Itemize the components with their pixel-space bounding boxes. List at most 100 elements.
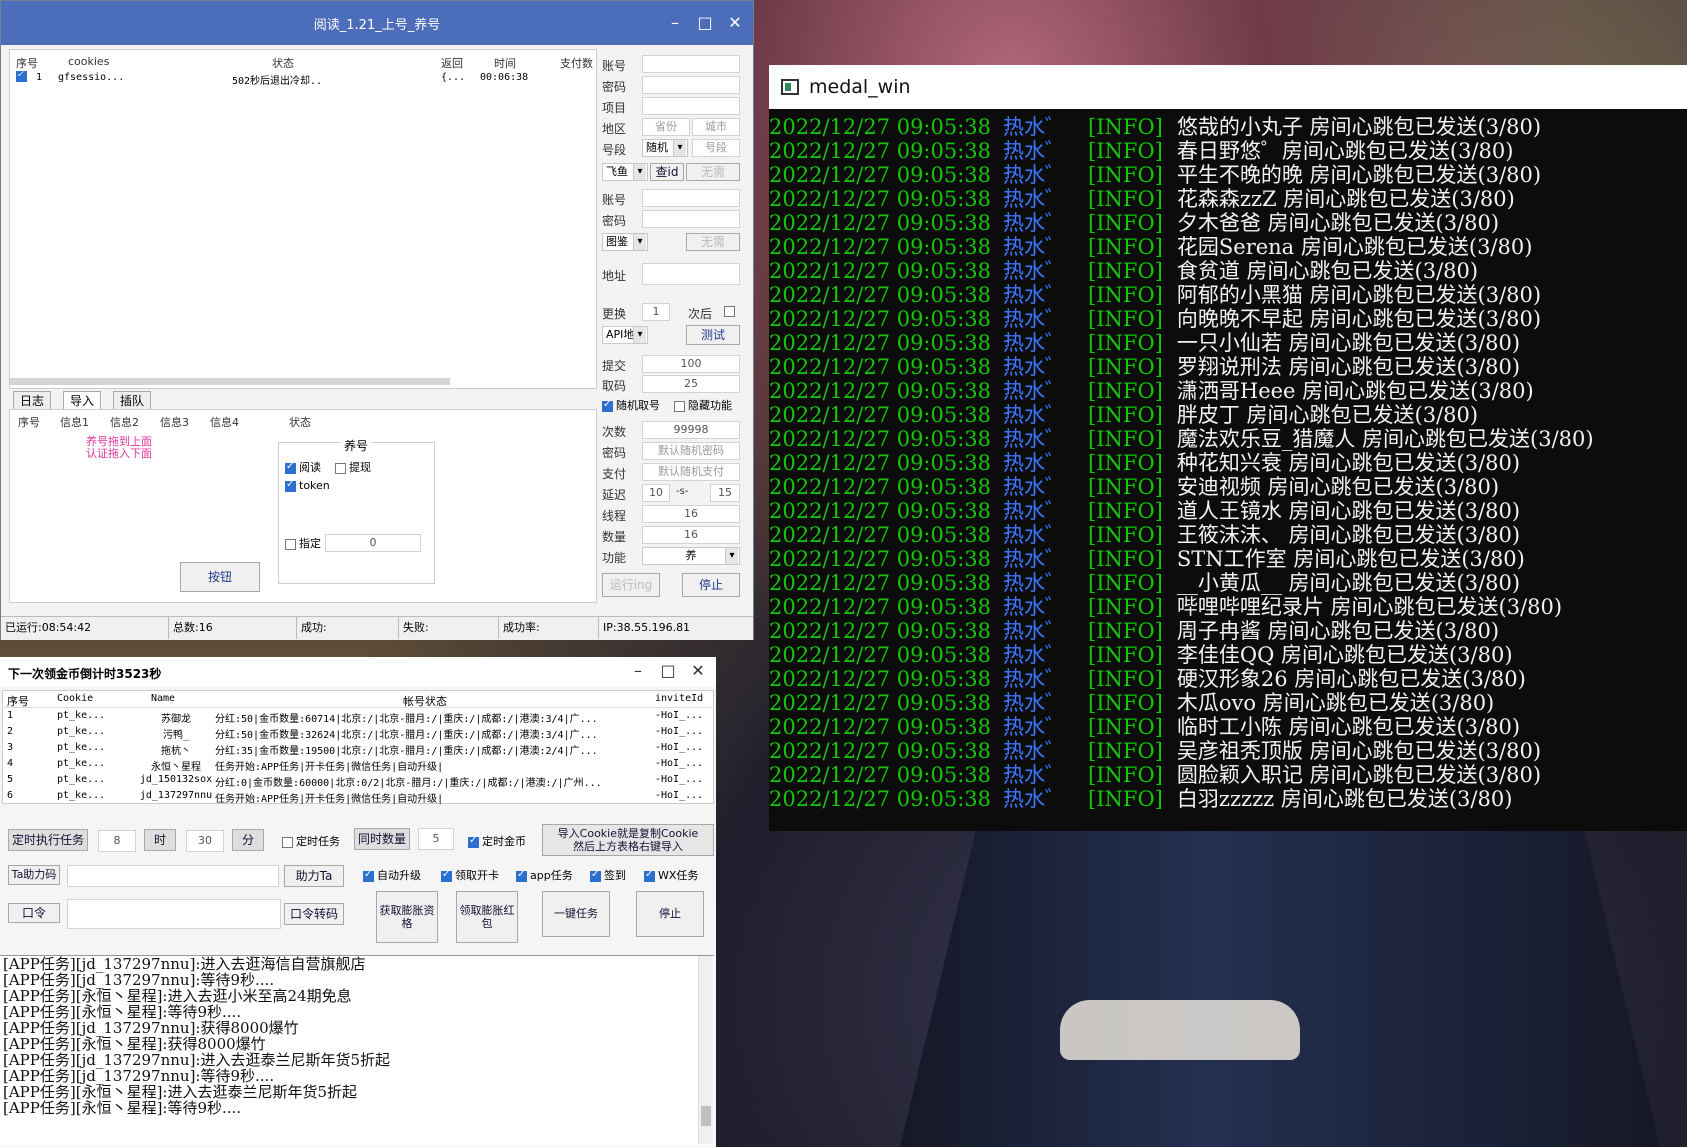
times-input[interactable]: 99998	[642, 421, 740, 439]
wx-task-checkbox[interactable]	[644, 869, 655, 882]
signin-checkbox[interactable]	[590, 869, 601, 882]
get-inflate-button[interactable]: 获取膨胀资格	[376, 891, 438, 943]
hour-input[interactable]: 8	[98, 830, 136, 852]
address-input[interactable]	[642, 263, 740, 285]
token-checkbox[interactable]	[285, 479, 296, 492]
minimize-icon[interactable]: –	[630, 661, 646, 680]
province-input[interactable]: 省份	[642, 118, 690, 136]
account-input[interactable]	[642, 55, 740, 73]
password2-input[interactable]	[642, 210, 740, 228]
password-input[interactable]	[642, 76, 740, 94]
test-button[interactable]: 测试	[686, 325, 740, 345]
withdraw-checkbox[interactable]	[335, 462, 346, 474]
timed-gold-option[interactable]: 定时金币	[468, 833, 526, 849]
captcha-select[interactable]: 图鉴	[602, 233, 648, 251]
timed-gold-checkbox[interactable]	[468, 835, 479, 848]
close-icon[interactable]: ✕	[727, 13, 743, 32]
segment-input[interactable]: 号段	[692, 139, 740, 157]
hidden-func-option[interactable]: 隐藏功能	[674, 397, 732, 413]
project-input[interactable]	[642, 97, 740, 115]
tab-log[interactable]: 日志	[13, 391, 52, 410]
account-table[interactable]: 序号 Cookie Name 帐号状态 inviteId 1 pt_ke... 苏御…	[2, 690, 714, 805]
segment-select[interactable]: 随机	[642, 139, 688, 157]
maximize-icon[interactable]: □	[660, 661, 676, 680]
after-checkbox[interactable]	[724, 306, 735, 317]
task-log[interactable]: [APP任务][jd_137297nnu]:进入去逛海信自营旗舰店 [APP任务]…	[0, 955, 714, 1146]
app-task-option[interactable]: app任务	[516, 867, 573, 883]
no-need-button[interactable]: 无需	[686, 163, 740, 181]
table-row[interactable]: 4 pt_ke... 永恒丶星程 任务开始:APP任务|开卡任务|微信任务|自动升级|…	[3, 756, 713, 773]
random-fetch-option[interactable]: 随机取号	[602, 397, 660, 413]
query-id-button[interactable]: 查id	[650, 163, 684, 181]
wx-task-option[interactable]: WX任务	[644, 867, 698, 883]
table-row[interactable]: 5 pt_ke... jd_150132sox 分红:0|金币数量:60000|北京:…	[3, 772, 713, 789]
tab-insert[interactable]: 插队	[113, 391, 152, 410]
app-task-checkbox[interactable]	[516, 869, 527, 882]
token-option[interactable]: token	[285, 479, 330, 492]
help-ta-button[interactable]: 助力Ta	[284, 865, 344, 887]
table-row[interactable]: 1 gfsessio... 502秒后退出冷却.. {... 00:06:38	[10, 70, 596, 87]
pay-input[interactable]: 默认随机支付	[642, 463, 740, 481]
tab-import[interactable]: 导入	[63, 391, 102, 409]
fetch-input[interactable]: 25	[642, 375, 740, 393]
table-row[interactable]: 3 pt_ke... 拖杭丶 分红:35|金币数量:19500|北京:/|北京-腊月:…	[3, 740, 713, 757]
table-row[interactable]: 1 pt_ke... 苏御龙 分红:50|金币数量:60714|北京:/|北京-腊月:…	[3, 708, 713, 725]
medal-titlebar[interactable]: medal_win	[769, 65, 1687, 109]
specify-checkbox[interactable]	[285, 538, 296, 550]
ta-help-code-input[interactable]	[67, 865, 279, 887]
concurrent-button[interactable]: 同时数量	[354, 828, 410, 850]
open-card-option[interactable]: 领取开卡	[441, 867, 499, 883]
change-input[interactable]: 1	[642, 303, 670, 321]
command-button[interactable]: 口令	[8, 903, 60, 923]
action-button[interactable]: 按钮	[180, 562, 260, 592]
timed-task-checkbox[interactable]	[282, 836, 293, 848]
maximize-icon[interactable]: □	[697, 13, 713, 32]
claim-inflate-button[interactable]: 领取膨胀红包	[456, 891, 518, 943]
task-log-scrollbar[interactable]	[698, 956, 713, 1144]
table-row[interactable]: 2 pt_ke... 污鸭_ 分红:50|金币数量:32624|北京:/|北京-腊月:…	[3, 724, 713, 741]
account2-input[interactable]	[642, 189, 740, 207]
pwd-input[interactable]: 默认随机密码	[642, 442, 740, 460]
signin-option[interactable]: 签到	[590, 867, 626, 883]
command-convert-button[interactable]: 口令转码	[284, 903, 344, 925]
start-button[interactable]: 运行ing	[602, 573, 660, 597]
minute-button[interactable]: 分	[232, 829, 264, 851]
minute-input[interactable]: 30	[186, 830, 224, 852]
timed-task-button[interactable]: 定时执行任务	[8, 829, 88, 851]
timed-task-option[interactable]: 定时任务	[282, 833, 340, 849]
read-option[interactable]: 阅读	[285, 459, 321, 475]
minimize-icon[interactable]: –	[667, 13, 683, 32]
withdraw-option[interactable]: 提现	[335, 459, 371, 475]
table-row[interactable]: 6 pt_ke... jd_137297nnu 任务开始:APP任务|开卡任务|微信任…	[3, 788, 713, 805]
command-input[interactable]	[67, 899, 281, 929]
city-input[interactable]: 城市	[692, 118, 740, 136]
no-need2-button[interactable]: 无需	[686, 233, 740, 251]
cookie-list[interactable]: 序号 cookies 状态 返回 时间 支付数 1 gfsessio... 50…	[9, 49, 597, 389]
auto-upgrade-option[interactable]: 自动升级	[363, 867, 421, 883]
specify-option[interactable]: 指定	[285, 535, 321, 551]
read-checkbox[interactable]	[285, 461, 296, 474]
hour-button[interactable]: 时	[144, 829, 176, 851]
stop-button[interactable]: 停止	[682, 573, 740, 597]
platform-select[interactable]: 飞鱼	[602, 163, 648, 181]
import-cookie-hint[interactable]: 导入Cookie就是复制Cookie 然后上方表格右键导入	[542, 824, 714, 856]
random-fetch-checkbox[interactable]	[602, 399, 613, 412]
delay-max-input[interactable]: 15	[710, 484, 740, 502]
close-icon[interactable]: ✕	[690, 661, 706, 680]
auto-upgrade-checkbox[interactable]	[363, 869, 374, 882]
row-checkbox[interactable]	[16, 71, 27, 82]
delay-min-input[interactable]: 10	[642, 484, 670, 502]
submit-input[interactable]: 100	[642, 355, 740, 373]
thread-input[interactable]: 16	[642, 505, 740, 523]
func-select[interactable]: 养	[642, 547, 740, 565]
ta-help-code-button[interactable]: Ta助力码	[8, 865, 60, 885]
gold-stop-button[interactable]: 停止	[636, 891, 704, 937]
reader-titlebar[interactable]: 阅读_1.21_上号_养号 – □ ✕	[1, 1, 753, 45]
count-input[interactable]: 16	[642, 526, 740, 544]
hidden-func-checkbox[interactable]	[674, 400, 685, 412]
concurrent-input[interactable]: 5	[418, 828, 454, 850]
open-card-checkbox[interactable]	[441, 869, 452, 882]
specify-input[interactable]: 0	[325, 534, 421, 552]
gold-titlebar[interactable]: 下一次领金币倒计时3523秒 – □ ✕	[0, 657, 716, 687]
one-key-task-button[interactable]: 一键任务	[542, 891, 610, 937]
